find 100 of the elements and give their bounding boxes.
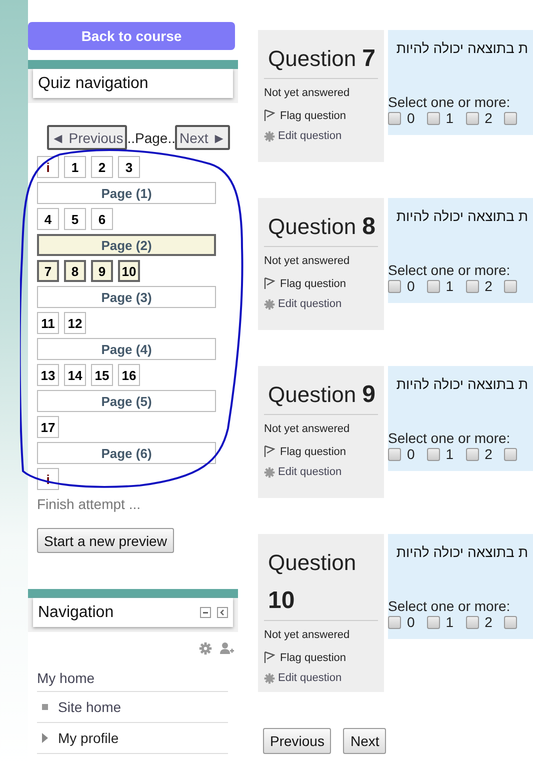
previous-button[interactable]: Previous <box>263 728 332 754</box>
question-number-button[interactable]: 11 <box>37 312 59 334</box>
checkbox[interactable] <box>388 280 401 292</box>
checkbox[interactable] <box>426 112 440 124</box>
question-number-button[interactable]: 7 <box>37 260 59 282</box>
question-number-button[interactable]: 6 <box>91 208 113 230</box>
question-number-button[interactable]: 17 <box>37 416 59 438</box>
minimize-icon[interactable] <box>200 607 211 618</box>
question-status: Not yet answered <box>264 629 351 641</box>
flag-icon <box>264 277 275 290</box>
edit-question-link[interactable]: Edit question <box>264 298 378 310</box>
flag-icon <box>264 651 275 664</box>
navigation-link[interactable]: My home <box>37 670 95 686</box>
gear-icon <box>264 466 275 478</box>
previous-page-button[interactable]: ◄ Previous <box>47 125 128 150</box>
option-label: 0 <box>407 278 415 294</box>
checkbox[interactable] <box>388 616 401 628</box>
edit-question-link[interactable]: Edit question <box>264 466 378 478</box>
edit-question-link[interactable]: Edit question <box>264 672 378 684</box>
start-new-preview-button[interactable]: Start a new preview <box>37 528 174 553</box>
flag-question-link[interactable]: Flag question <box>264 445 378 458</box>
answer-prompt: Select one or more: <box>388 598 512 614</box>
question-title: Question 9 <box>264 376 378 415</box>
option-label: 2 <box>484 110 492 126</box>
page-button[interactable]: Page (5) <box>37 390 216 412</box>
question-number-button[interactable]: 13 <box>37 364 59 386</box>
question-number-button[interactable]: 9 <box>91 260 113 282</box>
question-number-button[interactable]: 1 <box>64 156 86 178</box>
checkbox[interactable] <box>426 280 440 292</box>
block-title: Navigation <box>38 604 114 622</box>
question-number-button[interactable]: 8 <box>64 260 86 282</box>
gear-icon <box>264 672 275 684</box>
checkbox[interactable] <box>504 448 518 460</box>
answer-prompt: Select one or more: <box>388 262 512 278</box>
question-number-button[interactable]: 12 <box>64 312 86 334</box>
question-title: Question 10 <box>264 544 378 621</box>
option-label: 1 <box>446 110 454 126</box>
flag-question-link[interactable]: Flag question <box>264 109 378 122</box>
flag-icon <box>264 109 275 122</box>
option-label: 1 <box>446 446 454 462</box>
option-label: 2 <box>484 614 492 630</box>
back-to-course-button[interactable]: Back to course <box>28 22 235 50</box>
question-text: ת בתוצאה יכולה להיות <box>396 376 528 392</box>
question-text: ת בתוצאה יכולה להיות <box>396 40 528 56</box>
checkbox[interactable] <box>466 280 479 292</box>
edit-question-link[interactable]: Edit question <box>264 130 378 142</box>
block-title: Quiz navigation <box>38 74 148 92</box>
checkbox[interactable] <box>466 448 479 460</box>
answer-prompt: Select one or more: <box>388 430 512 446</box>
expand-arrow-icon[interactable] <box>42 733 48 743</box>
checkbox[interactable] <box>426 616 440 628</box>
question-number-button[interactable]: 4 <box>37 208 59 230</box>
option-label: 2 <box>484 446 492 462</box>
dock-icon[interactable] <box>217 607 228 618</box>
checkbox[interactable] <box>388 448 401 460</box>
option-label: 0 <box>407 446 415 462</box>
question-status: Not yet answered <box>264 255 351 267</box>
question-number-button[interactable]: 10 <box>118 260 140 282</box>
finish-attempt-link[interactable]: Finish attempt ... <box>37 496 238 512</box>
question-status: Not yet answered <box>264 423 351 435</box>
bullet-icon <box>42 704 48 710</box>
checkbox[interactable] <box>388 112 401 124</box>
option-label: 0 <box>407 614 415 630</box>
page-button[interactable]: Page (1) <box>37 182 216 204</box>
checkbox[interactable] <box>504 616 518 628</box>
gear-icon <box>264 130 275 142</box>
answer-prompt: Select one or more: <box>388 94 512 110</box>
question-number-button[interactable]: 15 <box>91 364 113 386</box>
checkbox[interactable] <box>504 112 518 124</box>
option-label: 0 <box>407 110 415 126</box>
checkbox[interactable] <box>426 448 440 460</box>
navigation-link[interactable]: My profile <box>58 730 119 746</box>
page-label: ..Page.. <box>127 130 176 146</box>
question-number-button[interactable]: 14 <box>64 364 86 386</box>
option-label: 1 <box>446 278 454 294</box>
question-number-button[interactable]: 16 <box>118 364 140 386</box>
flag-question-link[interactable]: Flag question <box>264 651 378 664</box>
question-number-button[interactable]: 5 <box>64 208 86 230</box>
settings-icon[interactable] <box>199 642 212 655</box>
add-user-icon[interactable] <box>220 642 234 655</box>
page-button[interactable]: Page (2) <box>37 234 216 256</box>
question-number-button[interactable]: 2 <box>91 156 113 178</box>
question-number-button[interactable]: 3 <box>118 156 140 178</box>
checkbox[interactable] <box>466 616 479 628</box>
question-title: Question 7 <box>264 40 378 79</box>
question-text: ת בתוצאה יכולה להיות <box>396 544 528 560</box>
next-page-button[interactable]: Next ► <box>175 125 230 150</box>
checkbox[interactable] <box>504 280 518 292</box>
question-title: Question 8 <box>264 208 378 247</box>
flag-icon <box>264 445 275 458</box>
next-button[interactable]: Next <box>343 728 386 754</box>
flag-question-link[interactable]: Flag question <box>264 277 378 290</box>
page-button[interactable]: Page (3) <box>37 286 216 308</box>
gear-icon <box>264 298 275 310</box>
checkbox[interactable] <box>466 112 479 124</box>
page-button[interactable]: Page (6) <box>37 442 216 464</box>
option-label: 2 <box>484 278 492 294</box>
navigation-link[interactable]: Site home <box>58 699 122 715</box>
question-status: Not yet answered <box>264 87 351 99</box>
page-button[interactable]: Page (4) <box>37 338 216 360</box>
